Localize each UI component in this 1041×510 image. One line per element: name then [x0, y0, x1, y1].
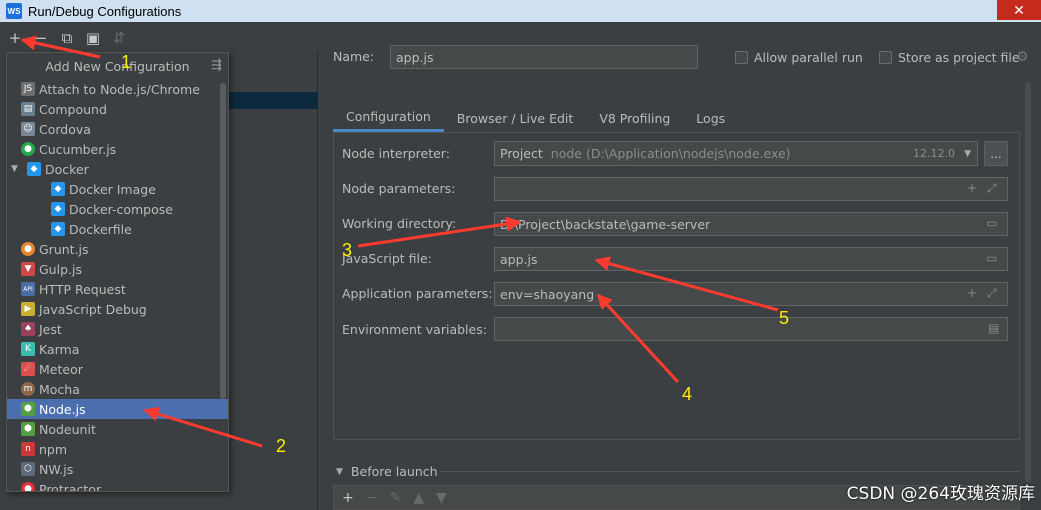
- annotation-arrow-5: [594, 256, 779, 312]
- watermark: CSDN @264玫瑰资源库: [846, 484, 1035, 504]
- annotation-arrow-4: [596, 293, 680, 384]
- annotation-arrow-2: [143, 406, 263, 448]
- annotation-number-1: 1: [121, 52, 132, 72]
- annotation-arrow-1: [20, 35, 101, 59]
- annotation-arrow-3: [357, 216, 522, 248]
- annotation-number-5: 5: [779, 308, 790, 328]
- annotation-number-4: 4: [682, 384, 693, 404]
- annotation-arrows: [20, 35, 779, 448]
- annotation-number-3: 3: [342, 240, 353, 260]
- annotation-number-2: 2: [276, 436, 287, 456]
